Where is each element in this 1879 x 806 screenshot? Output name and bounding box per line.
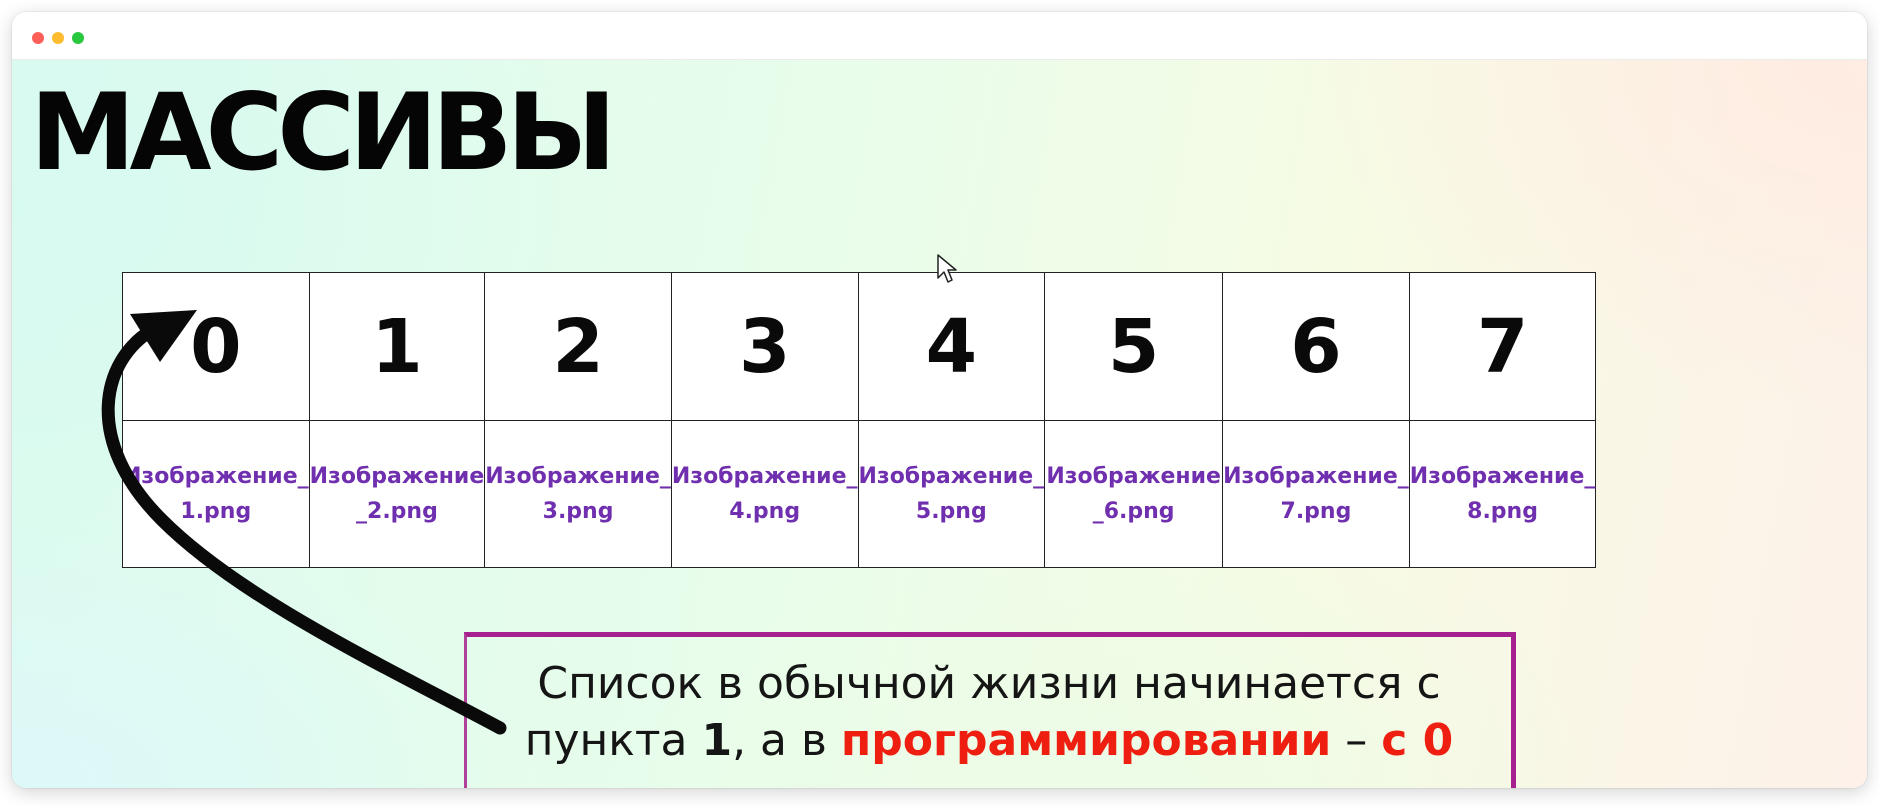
array-item-cell: Изображение_ 7.png: [1222, 420, 1410, 568]
callout-line2-mid: , а в: [732, 715, 841, 766]
array-item-row: Изображение_ 1.png Изображение _2.png Из…: [122, 420, 1597, 568]
array-item-name-part1: Изображение_: [858, 464, 1045, 489]
array-index-cell: 6: [1222, 272, 1410, 421]
array-item-name-part2: 8.png: [1467, 499, 1538, 524]
array-item-name-part1: Изображение_: [123, 464, 309, 489]
array-item-name-part2: 3.png: [542, 499, 614, 524]
array-item-name-part1: Изображение: [309, 464, 485, 489]
array-item-name-part2: _6.png: [1092, 499, 1175, 524]
array-index-cell: 7: [1408, 272, 1597, 421]
array-item-name-part2: _2.png: [356, 499, 438, 524]
array-item-cell: Изображение_ 8.png: [1408, 420, 1597, 568]
callout-text: Список в обычной жизни начинается с пунк…: [511, 655, 1467, 769]
array-index-row: 0 1 2 3 4 5 6 7: [122, 272, 1597, 421]
array-item-name-part1: Изображение_: [1409, 464, 1596, 489]
array-item-name-part1: Изображение_: [671, 464, 858, 489]
array-item-cell: Изображение_ 1.png: [122, 420, 310, 568]
callout-box: Список в обычной жизни начинается с пунк…: [464, 632, 1516, 788]
array-item-cell: Изображение_ 3.png: [484, 420, 672, 568]
callout-line1: Список в обычной жизни начинается с: [537, 658, 1441, 709]
zoom-window-button[interactable]: [72, 32, 84, 44]
array-item-name-part1: Изображение_: [485, 464, 671, 489]
callout-highlight-programming: программировании: [840, 715, 1332, 766]
array-index-cell: 5: [1044, 272, 1224, 421]
array-item-name-part2: 5.png: [915, 499, 987, 524]
window-titlebar: [12, 12, 1867, 60]
array-index-cell: 3: [670, 272, 859, 421]
array-index-cell: 4: [857, 272, 1046, 421]
array-item-name-part2: 7.png: [1280, 499, 1352, 524]
callout-dash: –: [1331, 715, 1382, 766]
array-item-name-part2: 1.png: [180, 499, 252, 524]
array-item-cell: Изображение_ 5.png: [857, 420, 1046, 568]
array-index-cell: 0: [122, 272, 310, 421]
array-index-cell: 1: [308, 272, 486, 421]
array-item-name-part2: 4.png: [729, 499, 801, 524]
callout-number-one: 1: [701, 715, 733, 766]
minimize-window-button[interactable]: [52, 32, 64, 44]
slide-title: МАССИВЫ: [30, 71, 616, 194]
array-item-cell: Изображение _2.png: [308, 420, 486, 568]
mouse-cursor-icon: [937, 254, 957, 283]
close-window-button[interactable]: [32, 32, 44, 44]
callout-line2-prefix: пункта: [524, 715, 702, 766]
app-window: МАССИВЫ 0 1 2 3 4 5 6 7 Изображение_ 1.p…: [12, 12, 1867, 788]
array-item-cell: Изображение_ 4.png: [670, 420, 859, 568]
array-item-name-part1: Изображение_: [1223, 464, 1409, 489]
array-table: 0 1 2 3 4 5 6 7 Изображение_ 1.png Изобр…: [122, 272, 1597, 568]
callout-highlight-zero: с 0: [1381, 715, 1454, 766]
array-item-cell: Изображение _6.png: [1044, 420, 1224, 568]
array-item-name-part1: Изображение: [1046, 464, 1221, 489]
presentation-slide: МАССИВЫ 0 1 2 3 4 5 6 7 Изображение_ 1.p…: [12, 60, 1867, 788]
array-index-cell: 2: [484, 272, 672, 421]
